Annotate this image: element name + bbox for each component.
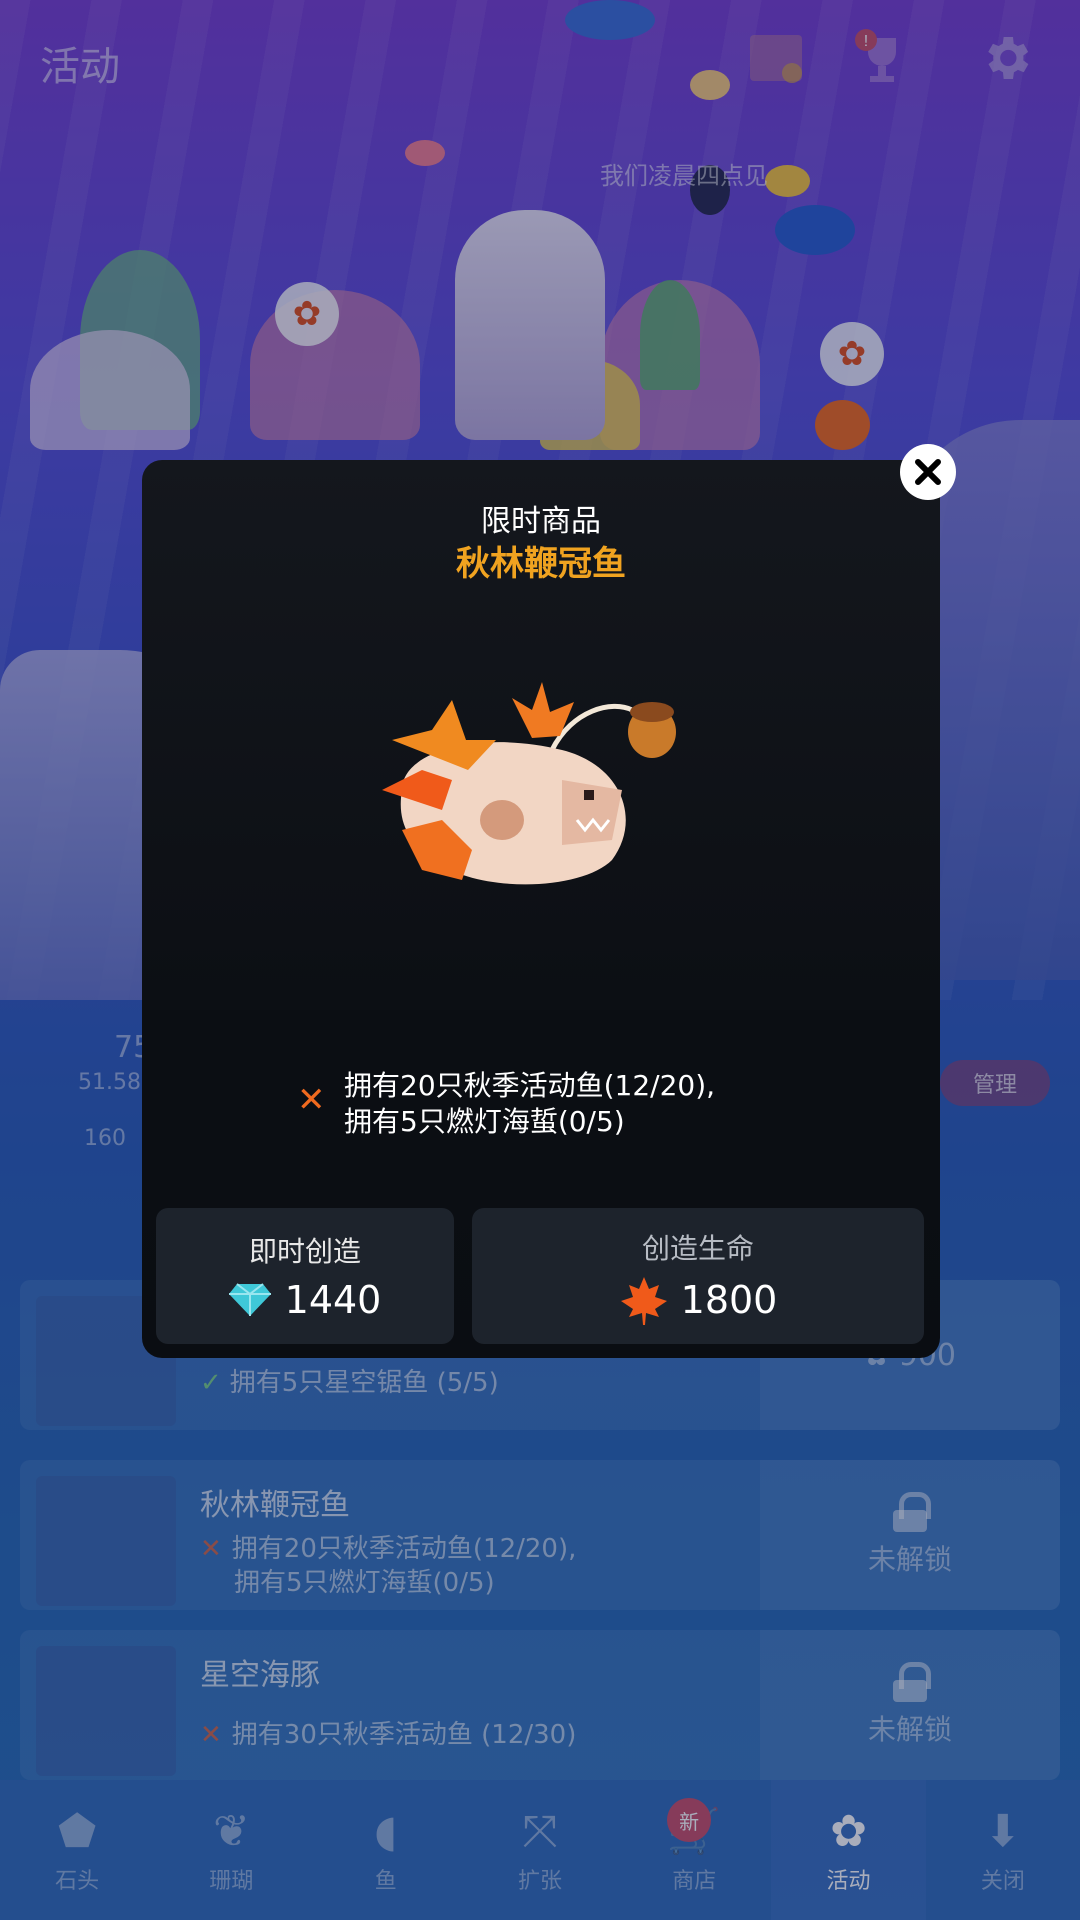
list-item[interactable]: 星空海豚 ✕ 拥有30只秋季活动鱼 (12/30) 未解锁 [20, 1630, 1060, 1780]
fish-thumbnail [36, 1646, 176, 1776]
fish [765, 165, 810, 197]
lock-icon [893, 1662, 931, 1702]
rock-icon: ⬟ [58, 1805, 97, 1857]
bottom-nav: ⬟石头 ❦珊瑚 ◖鱼 ⤧扩张 新🛒商店 ✿活动 ⬇关闭 [0, 1780, 1080, 1920]
photo-icon [750, 35, 802, 83]
svg-text:!: ! [864, 33, 868, 50]
maple-leaf-bubble[interactable]: ✿ [820, 322, 884, 386]
tap-rate: 51.58 [78, 1070, 141, 1095]
nav-expand[interactable]: ⤧ 扩张 [463, 1780, 617, 1920]
cross-icon: ✕ [200, 1720, 222, 1750]
page-title: 活动 [40, 44, 120, 90]
create-life-button[interactable]: 创造生命 1800 [472, 1208, 924, 1344]
instant-create-price: 1440 [284, 1278, 382, 1322]
fish-icon: ◖ [374, 1805, 398, 1857]
expand-icon: ⤧ [522, 1805, 558, 1857]
maple-leaf-icon [620, 1277, 667, 1325]
coral [30, 330, 190, 450]
trophy-button[interactable]: ! [850, 26, 914, 90]
instant-create-button[interactable]: 即时创造 1440 [156, 1208, 454, 1344]
fish [775, 205, 855, 255]
fish [405, 140, 445, 166]
central-rock [455, 210, 605, 440]
cross-icon: ✕ [200, 1534, 222, 1564]
cross-icon: ✕ [297, 1080, 326, 1120]
coral-icon: ❦ [212, 1805, 250, 1857]
close-button[interactable] [900, 444, 956, 500]
fish-name: 秋林鞭冠鱼 [200, 1488, 350, 1523]
coral [640, 280, 700, 390]
new-badge: 新 [667, 1798, 712, 1842]
nav-close[interactable]: ⬇ 关闭 [926, 1780, 1080, 1920]
photo-button[interactable] [744, 26, 808, 90]
anglerfish-illustration [382, 682, 676, 885]
settings-button[interactable] [974, 26, 1038, 90]
create-life-label: 创造生命 [641, 1232, 754, 1265]
requirement-text: 拥有20只秋季活动鱼(12/20), 拥有5只燃灯海蜇(0/5) [344, 1069, 716, 1138]
nav-shop[interactable]: 新🛒商店 [617, 1780, 771, 1920]
requirement-text: ✕ 拥有30只秋季活动鱼 (12/30) [200, 1720, 577, 1750]
fish [815, 400, 870, 450]
maple-leaf-icon: ✿ [292, 294, 322, 334]
fish-thumbnail [36, 1476, 176, 1606]
nav-event[interactable]: ✿ 活动 [771, 1780, 926, 1920]
growth-value: 160 [84, 1126, 126, 1151]
fish [565, 0, 655, 40]
nav-fish[interactable]: ◖ 鱼 [309, 1780, 463, 1920]
nav-rock[interactable]: ⬟ 石头 [0, 1780, 154, 1920]
notice-text: 我们凌晨四点见 [600, 162, 768, 190]
nav-coral[interactable]: ❦ 珊瑚 [154, 1780, 308, 1920]
check-icon: ✓ [200, 1368, 222, 1398]
maple-leaf-icon: ✿ [830, 1805, 867, 1857]
fish [690, 70, 730, 100]
instant-create-label: 即时创造 [248, 1235, 361, 1268]
item-name: 秋林鞭冠鱼 [456, 544, 626, 584]
trophy-icon: ! [855, 29, 896, 82]
gem-icon [228, 1283, 271, 1316]
fish-name: 星空海豚 [200, 1658, 320, 1693]
create-life-price: 1800 [680, 1278, 778, 1322]
maple-leaf-icon: ✿ [837, 334, 867, 374]
requirement-text: ✕ 拥有20只秋季活动鱼(12/20), 拥有5只燃灯海蜇(0/5) [200, 1534, 577, 1598]
maple-leaf-bubble[interactable]: ✿ [275, 282, 339, 346]
manage-button[interactable]: 管理 [940, 1060, 1050, 1106]
lock-icon [893, 1492, 931, 1532]
gear-icon [988, 37, 1029, 79]
locked-button[interactable]: 未解锁 [760, 1630, 1060, 1780]
limited-item-modal: 限时商品 秋林鞭冠鱼 ✕ 拥有20只秋季活动鱼(12/20), 拥有5只燃灯海蜇… [142, 460, 940, 1358]
list-item[interactable]: 秋林鞭冠鱼 ✕ 拥有20只秋季活动鱼(12/20), 拥有5只燃灯海蜇(0/5) … [20, 1460, 1060, 1610]
requirement-text: ✓ 拥有5只星空锯鱼 (5/5) [200, 1368, 499, 1398]
modal-title: 限时商品 [481, 504, 601, 539]
locked-button[interactable]: 未解锁 [760, 1460, 1060, 1610]
close-icon [915, 459, 941, 485]
down-arrow-icon: ⬇ [984, 1805, 1022, 1857]
